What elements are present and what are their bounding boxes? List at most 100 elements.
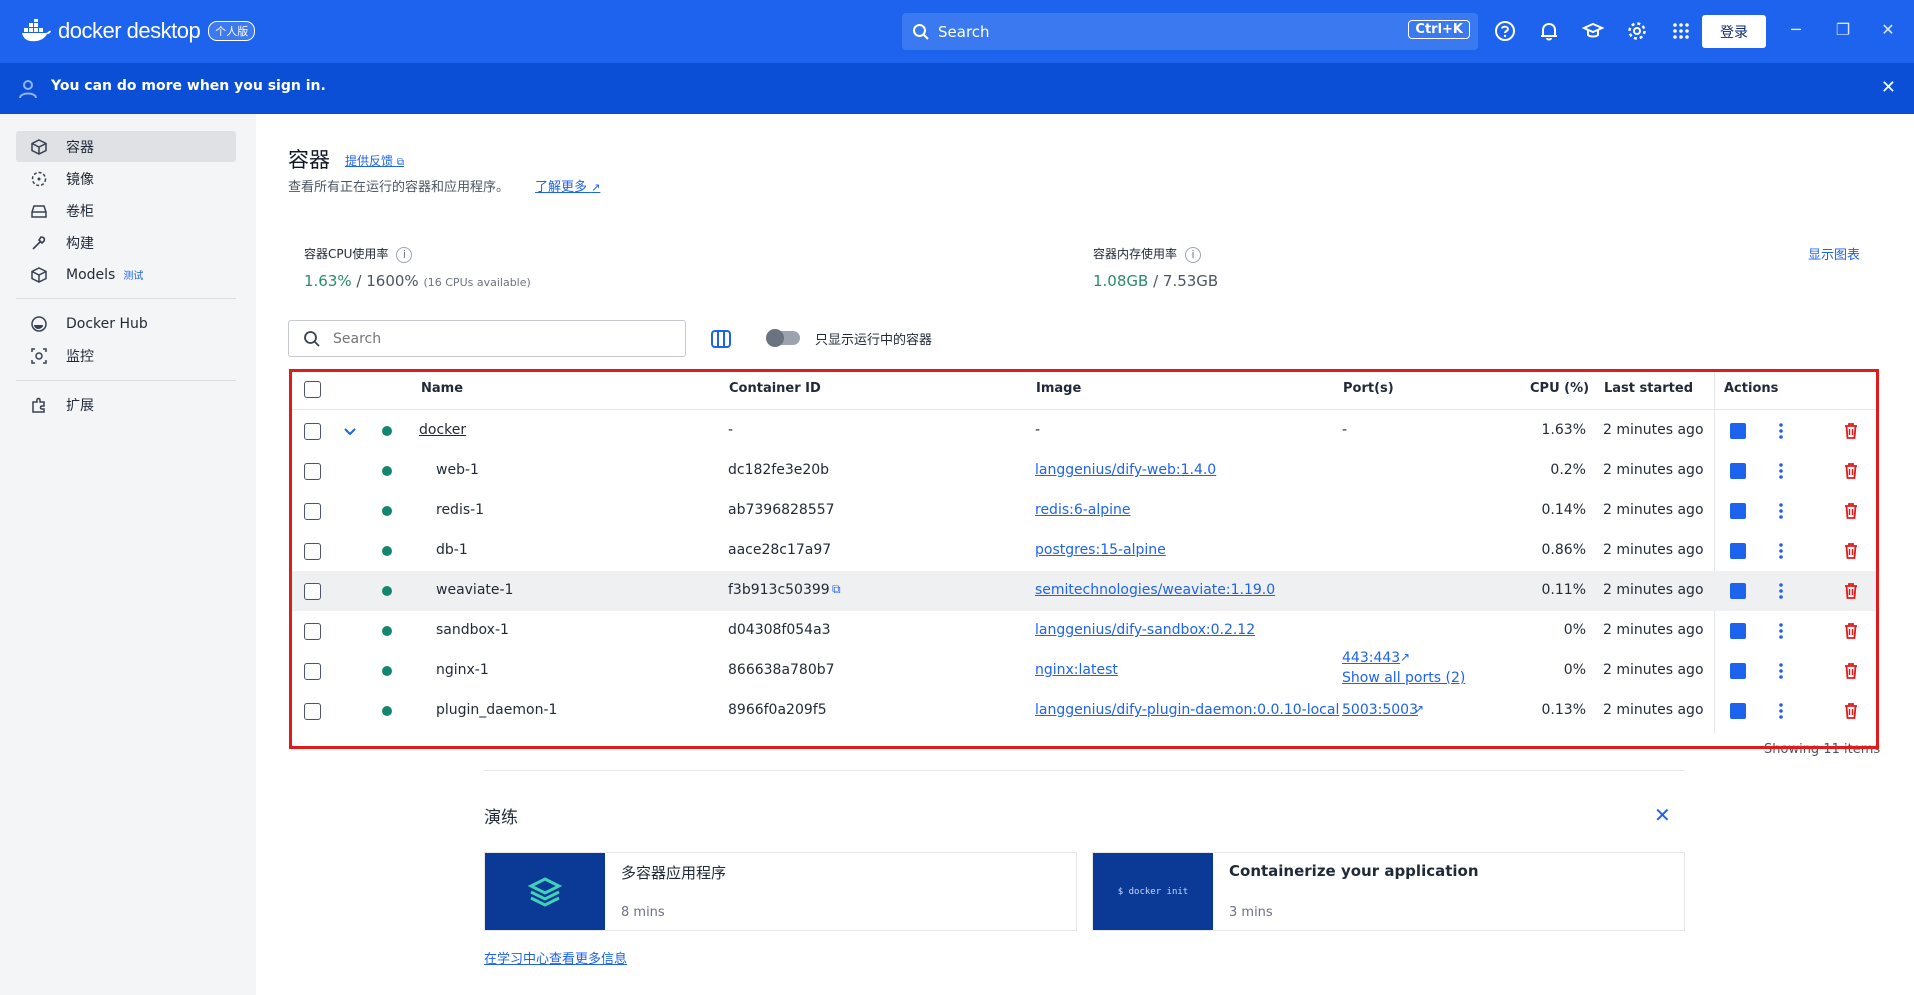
column-header-ports[interactable]: Port(s)	[1343, 381, 1394, 396]
container-image[interactable]: langgenius/dify-plugin-daemon:0.0.10-loc…	[1035, 702, 1339, 718]
info-icon[interactable]: i	[1185, 246, 1202, 263]
sidebar-item-volumes[interactable]: 卷柜	[16, 195, 236, 226]
more-options-icon[interactable]	[1779, 423, 1783, 439]
global-search[interactable]: Search Ctrl+K	[902, 13, 1478, 50]
show-chart-link[interactable]: 显示图表	[1808, 244, 1860, 263]
learning-center-icon[interactable]	[1582, 20, 1604, 42]
select-all-checkbox[interactable]	[304, 381, 321, 398]
row-checkbox[interactable]	[304, 703, 321, 720]
stop-button[interactable]	[1730, 423, 1746, 439]
more-options-icon[interactable]	[1779, 663, 1783, 679]
maximize-icon[interactable]: ❐	[1833, 20, 1853, 39]
more-options-icon[interactable]	[1779, 583, 1783, 599]
delete-trash-icon[interactable]	[1842, 582, 1860, 600]
row-checkbox[interactable]	[304, 543, 321, 560]
container-id: 8966f0a209f5	[728, 702, 827, 718]
row-checkbox[interactable]	[304, 503, 321, 520]
stop-button[interactable]	[1730, 663, 1746, 679]
walkthrough-card-containerize[interactable]: $ docker init Containerize your applicat…	[1092, 852, 1685, 931]
running-status-dot	[382, 626, 392, 636]
row-checkbox[interactable]	[304, 583, 321, 600]
column-header-container-id[interactable]: Container ID	[729, 381, 821, 396]
feedback-link[interactable]: 提供反馈 ⧉	[345, 152, 404, 169]
row-checkbox[interactable]	[304, 463, 321, 480]
container-image[interactable]: semitechnologies/weaviate:1.19.0	[1035, 582, 1275, 598]
container-id: 866638a780b7	[728, 662, 835, 678]
delete-trash-icon[interactable]	[1842, 662, 1860, 680]
show-all-ports-link[interactable]: Show all ports (2)	[1342, 670, 1465, 686]
container-image[interactable]: postgres:15-alpine	[1035, 542, 1166, 558]
container-search[interactable]	[288, 320, 686, 357]
sidebar-item-label: Models	[66, 266, 116, 283]
more-options-icon[interactable]	[1779, 703, 1783, 719]
sidebar-item-images[interactable]: 镜像	[16, 163, 236, 194]
container-name[interactable]: redis-1	[436, 502, 484, 518]
learning-center-link[interactable]: 在学习中心查看更多信息	[484, 948, 627, 967]
container-image[interactable]: langgenius/dify-web:1.4.0	[1035, 462, 1216, 478]
docker-whale-icon	[22, 19, 51, 42]
stop-button[interactable]	[1730, 623, 1746, 639]
column-header-image[interactable]: Image	[1036, 381, 1081, 396]
row-checkbox[interactable]	[304, 623, 321, 640]
login-button[interactable]: 登录	[1702, 15, 1766, 48]
container-search-input[interactable]	[333, 330, 653, 347]
delete-trash-icon[interactable]	[1842, 542, 1860, 560]
stop-button[interactable]	[1730, 703, 1746, 719]
delete-trash-icon[interactable]	[1842, 702, 1860, 720]
more-options-icon[interactable]	[1779, 543, 1783, 559]
sidebar-item-builds[interactable]: 构建	[16, 227, 236, 258]
close-window-icon[interactable]: ✕	[1878, 20, 1898, 39]
stop-button[interactable]	[1730, 503, 1746, 519]
container-last-started: 2 minutes ago	[1603, 462, 1704, 478]
port-link[interactable]: 443:443	[1342, 650, 1400, 666]
learn-more-link[interactable]: 了解更多 ↗	[535, 176, 600, 195]
help-icon[interactable]	[1494, 20, 1516, 42]
delete-trash-icon[interactable]	[1842, 422, 1860, 440]
container-name[interactable]: weaviate-1	[436, 582, 513, 598]
sidebar-item-label: 扩展	[66, 397, 94, 414]
row-checkbox[interactable]	[304, 423, 321, 440]
settings-gear-icon[interactable]	[1626, 20, 1648, 42]
delete-trash-icon[interactable]	[1842, 622, 1860, 640]
sidebar-item-extensions[interactable]: 扩展	[16, 389, 236, 420]
close-banner-icon[interactable]: ✕	[1881, 77, 1896, 98]
stop-button[interactable]	[1730, 463, 1746, 479]
sidebar-item-models[interactable]: Models 测试	[16, 259, 236, 290]
chevron-down-icon[interactable]	[343, 425, 357, 439]
stop-button[interactable]	[1730, 543, 1746, 559]
container-name[interactable]: plugin_daemon-1	[436, 702, 557, 718]
minimize-icon[interactable]: ─	[1786, 20, 1806, 39]
container-name[interactable]: db-1	[436, 542, 468, 558]
columns-icon[interactable]	[710, 328, 732, 350]
more-options-icon[interactable]	[1779, 463, 1783, 479]
apps-grid-icon[interactable]	[1670, 20, 1692, 42]
container-image[interactable]: langgenius/dify-sandbox:0.2.12	[1035, 622, 1255, 638]
stop-button[interactable]	[1730, 583, 1746, 599]
page-title: 容器	[288, 148, 330, 172]
column-header-last-started[interactable]: Last started	[1604, 381, 1693, 396]
container-name[interactable]: docker	[419, 422, 466, 438]
layers-icon	[528, 876, 562, 907]
more-options-icon[interactable]	[1779, 503, 1783, 519]
info-icon[interactable]: i	[396, 246, 413, 263]
sidebar-item-docker-hub[interactable]: Docker Hub	[16, 308, 236, 339]
copy-icon[interactable]: ⧉	[832, 582, 841, 597]
delete-trash-icon[interactable]	[1842, 462, 1860, 480]
container-name[interactable]: nginx-1	[436, 662, 489, 678]
row-checkbox[interactable]	[304, 663, 321, 680]
container-image[interactable]: nginx:latest	[1035, 662, 1118, 678]
sidebar-item-containers[interactable]: 容器	[16, 131, 236, 162]
column-header-cpu[interactable]: CPU (%)	[1530, 381, 1589, 396]
more-options-icon[interactable]	[1779, 623, 1783, 639]
close-walkthroughs-icon[interactable]: ✕	[1654, 803, 1671, 827]
port-link[interactable]: 5003:5003	[1342, 702, 1418, 718]
container-name[interactable]: web-1	[436, 462, 479, 478]
notifications-bell-icon[interactable]	[1538, 20, 1560, 42]
sidebar-item-scout[interactable]: 监控	[16, 340, 236, 371]
running-only-toggle[interactable]	[766, 329, 800, 347]
walkthrough-card-multi-container[interactable]: 多容器应用程序 8 mins	[484, 852, 1077, 931]
container-image[interactable]: redis:6-alpine	[1035, 502, 1131, 518]
column-header-name[interactable]: Name	[421, 381, 463, 396]
container-name[interactable]: sandbox-1	[436, 622, 509, 638]
delete-trash-icon[interactable]	[1842, 502, 1860, 520]
